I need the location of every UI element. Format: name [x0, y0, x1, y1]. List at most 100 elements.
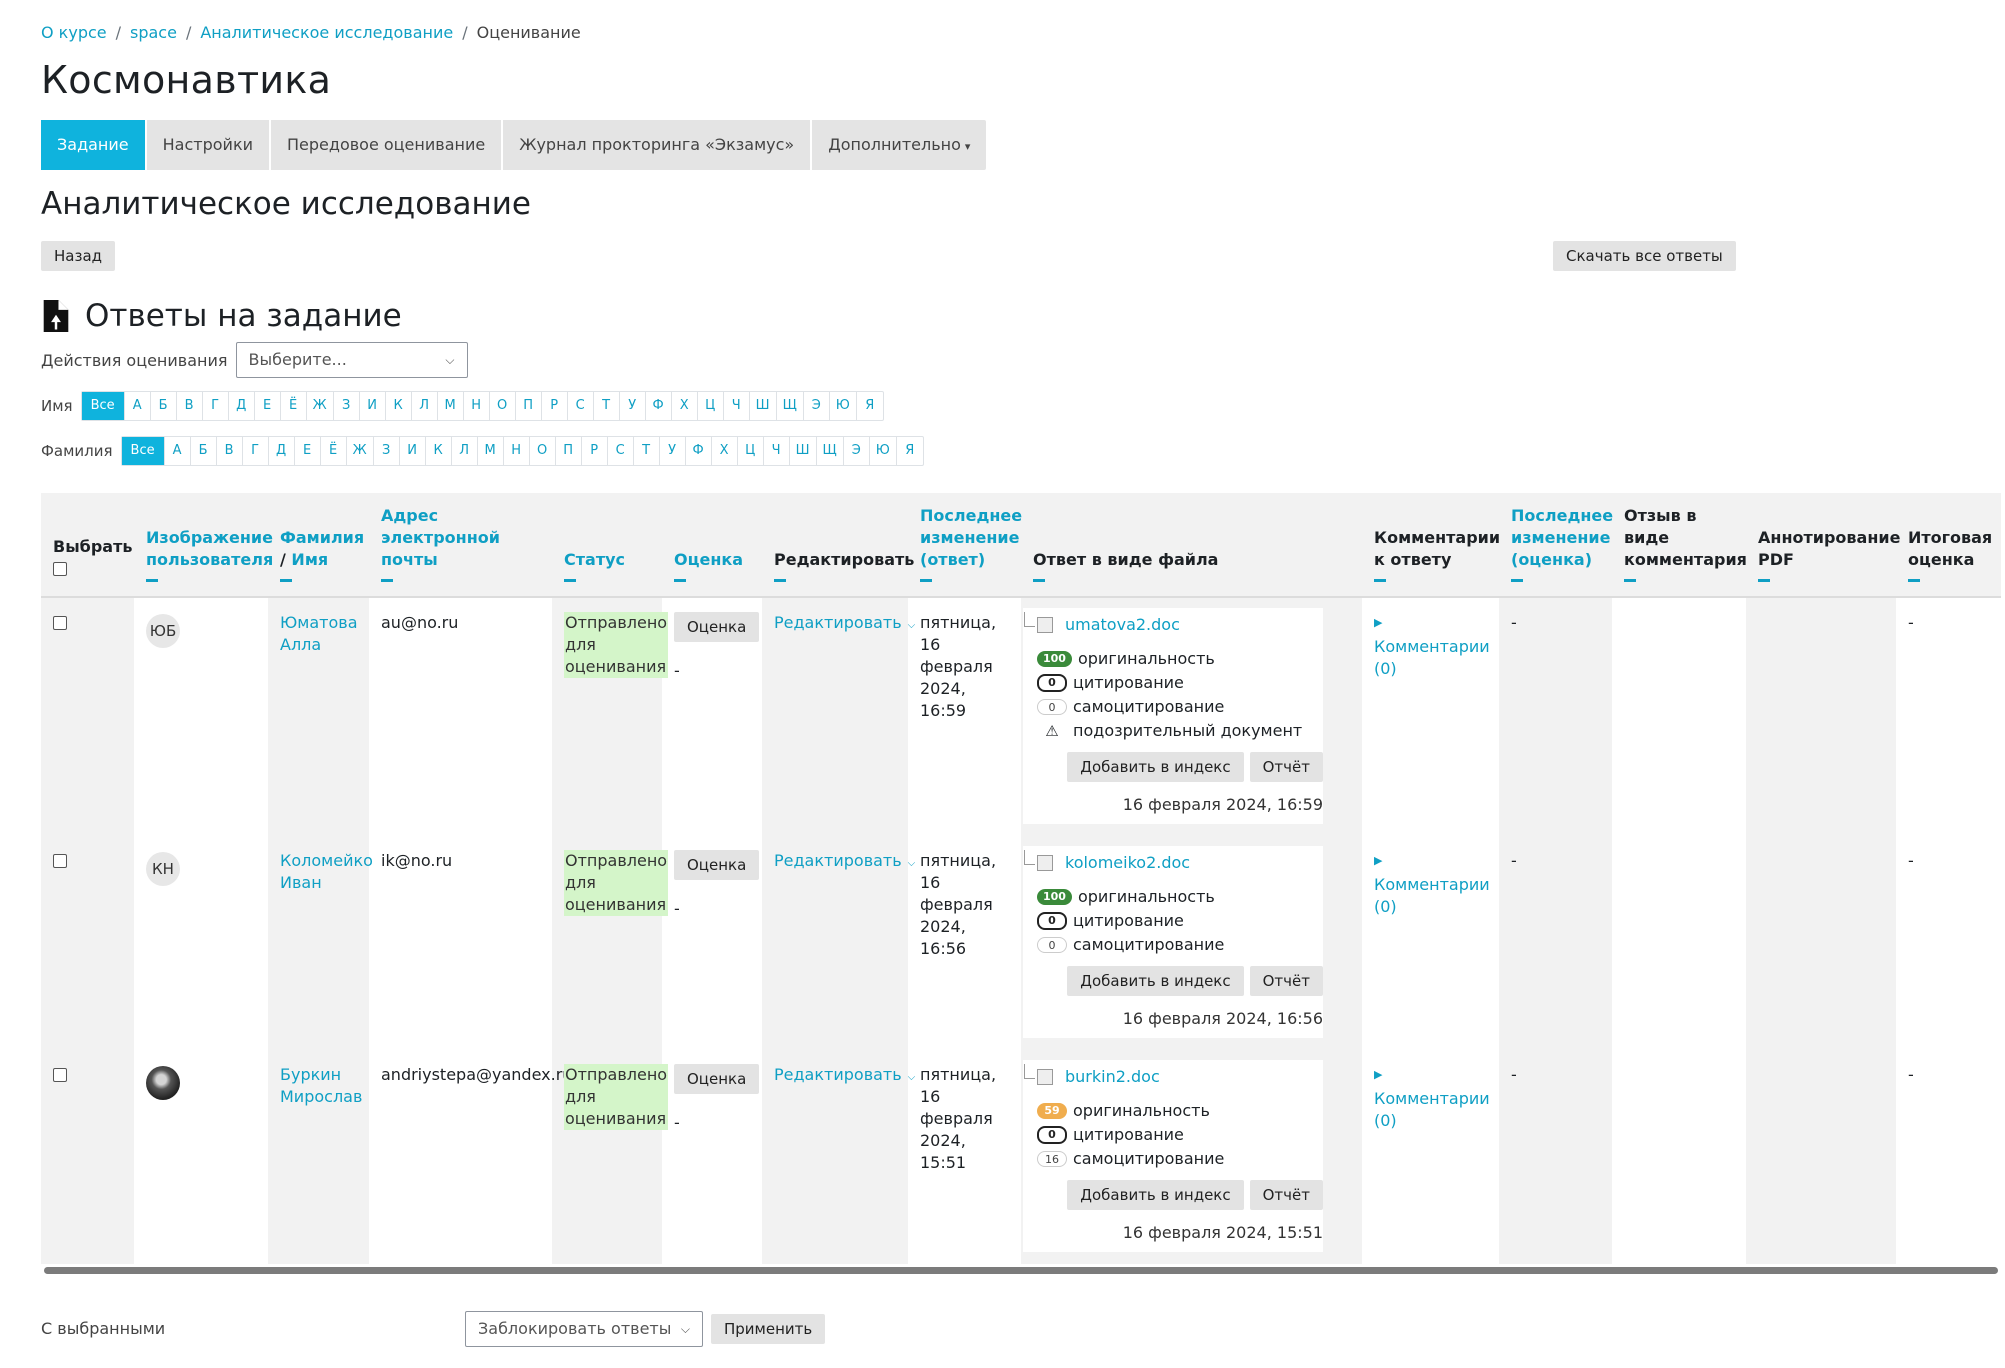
- initial-letter[interactable]: Ч: [724, 392, 750, 420]
- breadcrumb-assignment[interactable]: Аналитическое исследование: [200, 23, 453, 42]
- initial-letter[interactable]: Е: [295, 437, 321, 465]
- initial-letter[interactable]: С: [568, 392, 594, 420]
- initial-letter[interactable]: Г: [203, 392, 229, 420]
- add-to-index-button[interactable]: Добавить в индекс: [1067, 1180, 1244, 1210]
- comments-toggle[interactable]: ▶ Комментарии (0): [1374, 1064, 1490, 1130]
- initial-letter[interactable]: В: [177, 392, 203, 420]
- grade-button[interactable]: Оценка: [674, 850, 760, 880]
- collapse-icon[interactable]: [381, 579, 393, 582]
- avatar[interactable]: ЮБ: [146, 614, 180, 648]
- apply-button[interactable]: Применить: [711, 1314, 826, 1344]
- row-checkbox[interactable]: [53, 854, 67, 868]
- citation-badge[interactable]: 0: [1037, 1126, 1067, 1144]
- initial-letter[interactable]: П: [516, 392, 542, 420]
- initial-letter[interactable]: Х: [672, 392, 698, 420]
- collapse-icon[interactable]: [1624, 579, 1636, 582]
- collapse-icon[interactable]: [146, 579, 158, 582]
- initial-letter[interactable]: Я: [897, 437, 923, 465]
- initial-letter[interactable]: Н: [504, 437, 530, 465]
- tab-more[interactable]: Дополнительно ▾: [812, 120, 986, 170]
- initial-letter[interactable]: Т: [594, 392, 620, 420]
- initial-letter[interactable]: Б: [191, 437, 217, 465]
- initial-letter[interactable]: Г: [243, 437, 269, 465]
- user-name-link[interactable]: Юматова Алла: [280, 613, 358, 654]
- sort-firstname[interactable]: Имя: [291, 550, 328, 569]
- initial-letter[interactable]: З: [334, 392, 360, 420]
- initial-letter[interactable]: П: [556, 437, 582, 465]
- file-link[interactable]: kolomeiko2.doc: [1065, 852, 1190, 874]
- sort-status[interactable]: Статус: [564, 550, 625, 569]
- tab-settings[interactable]: Настройки: [147, 120, 271, 170]
- initial-letter[interactable]: Э: [844, 437, 870, 465]
- initial-letter[interactable]: Щ: [817, 437, 844, 465]
- back-button[interactable]: Назад: [41, 241, 116, 271]
- initial-letter[interactable]: Е: [255, 392, 281, 420]
- initial-letter[interactable]: Т: [634, 437, 660, 465]
- initial-letter[interactable]: Ц: [698, 392, 724, 420]
- edit-menu[interactable]: Редактировать ⌵: [774, 851, 915, 870]
- initial-letter[interactable]: С: [608, 437, 634, 465]
- initial-letter[interactable]: Р: [542, 392, 568, 420]
- initial-letter[interactable]: Ц: [738, 437, 764, 465]
- collapse-icon[interactable]: [674, 579, 686, 582]
- avatar[interactable]: [146, 1066, 180, 1100]
- horizontal-scrollbar[interactable]: [44, 1267, 1998, 1274]
- originality-badge[interactable]: 100: [1037, 651, 1072, 667]
- initial-letter[interactable]: А: [165, 437, 191, 465]
- initial-letter[interactable]: Ф: [686, 437, 712, 465]
- collapse-icon[interactable]: [1511, 579, 1523, 582]
- initial-letter[interactable]: Ч: [764, 437, 790, 465]
- initial-letter[interactable]: И: [360, 392, 386, 420]
- initial-letter[interactable]: М: [438, 392, 464, 420]
- collapse-icon[interactable]: [280, 579, 292, 582]
- breadcrumb-course[interactable]: О курсе: [41, 23, 107, 42]
- initial-letter[interactable]: Ш: [750, 392, 777, 420]
- initial-letter[interactable]: Л: [452, 437, 478, 465]
- grade-button[interactable]: Оценка: [674, 612, 760, 642]
- user-name-link[interactable]: Коломейко Иван: [280, 851, 373, 892]
- row-checkbox[interactable]: [53, 616, 67, 630]
- initial-letter[interactable]: Э: [804, 392, 830, 420]
- initial-all[interactable]: Все: [81, 392, 125, 420]
- initial-letter[interactable]: Я: [857, 392, 883, 420]
- initial-letter[interactable]: Ф: [646, 392, 672, 420]
- initial-letter[interactable]: Ё: [321, 437, 347, 465]
- edit-menu[interactable]: Редактировать ⌵: [774, 1065, 915, 1084]
- comments-toggle[interactable]: ▶ Комментарии (0): [1374, 612, 1490, 678]
- initial-letter[interactable]: Ю: [870, 437, 897, 465]
- breadcrumb-space[interactable]: space: [130, 23, 177, 42]
- file-link[interactable]: umatova2.doc: [1065, 614, 1180, 636]
- avatar[interactable]: КН: [146, 852, 180, 886]
- collapse-icon[interactable]: [1908, 579, 1920, 582]
- initial-letter[interactable]: И: [400, 437, 426, 465]
- initial-letter[interactable]: Ж: [307, 392, 334, 420]
- self-citation-badge[interactable]: 0: [1037, 699, 1067, 715]
- sort-lastname[interactable]: Фамилия: [280, 528, 364, 547]
- grading-actions-select[interactable]: Выберите... ⌵: [235, 342, 468, 378]
- select-all-checkbox[interactable]: [53, 562, 67, 576]
- collapse-icon[interactable]: [564, 579, 576, 582]
- sort-grade[interactable]: Оценка: [674, 550, 743, 569]
- initial-letter[interactable]: О: [490, 392, 516, 420]
- initial-all[interactable]: Все: [121, 437, 165, 465]
- initial-letter[interactable]: Д: [269, 437, 295, 465]
- initial-letter[interactable]: Х: [712, 437, 738, 465]
- initial-letter[interactable]: О: [530, 437, 556, 465]
- initial-letter[interactable]: Б: [151, 392, 177, 420]
- report-button[interactable]: Отчёт: [1249, 752, 1323, 782]
- collapse-icon[interactable]: [920, 579, 932, 582]
- sort-last-modified-submission[interactable]: Последнее изменение (ответ): [920, 506, 1022, 569]
- initial-letter[interactable]: Ю: [830, 392, 857, 420]
- self-citation-badge[interactable]: 16: [1037, 1151, 1067, 1167]
- report-button[interactable]: Отчёт: [1249, 966, 1323, 996]
- initial-letter[interactable]: Ш: [790, 437, 817, 465]
- originality-badge[interactable]: 100: [1037, 889, 1072, 905]
- collapse-icon[interactable]: [1758, 579, 1770, 582]
- user-name-link[interactable]: Буркин Мирослав: [280, 1065, 362, 1106]
- tab-advanced-grading[interactable]: Передовое оценивание: [271, 120, 504, 170]
- tab-proctoring-log[interactable]: Журнал прокторинга «Экзамус»: [503, 120, 813, 170]
- citation-badge[interactable]: 0: [1037, 674, 1067, 692]
- file-link[interactable]: burkin2.doc: [1065, 1066, 1160, 1088]
- initial-letter[interactable]: Н: [464, 392, 490, 420]
- collapse-icon[interactable]: [774, 579, 786, 582]
